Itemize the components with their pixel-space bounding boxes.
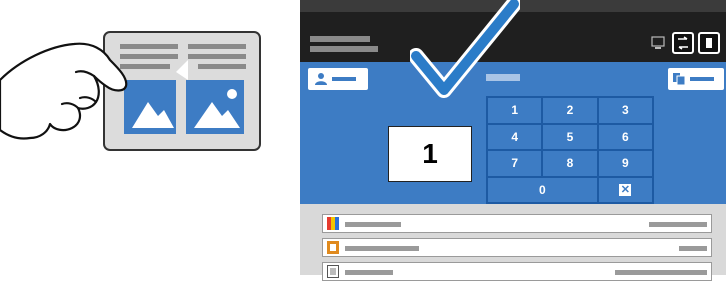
key-8[interactable]: 8 (542, 150, 598, 177)
list-item-label (345, 246, 419, 251)
power-icon[interactable] (698, 32, 720, 54)
key-2[interactable]: 2 (542, 97, 598, 124)
list-item-label (345, 222, 401, 227)
subtitle-text (310, 46, 378, 52)
key-7[interactable]: 7 (487, 150, 543, 177)
user-icon (315, 73, 327, 85)
key-3[interactable]: 3 (597, 97, 653, 124)
user-label (332, 77, 356, 81)
hand-document-illustration (0, 31, 261, 151)
key-1[interactable]: 1 (487, 97, 543, 124)
sides-icon (327, 265, 339, 278)
device-status-icon[interactable] (651, 36, 665, 50)
list-item-label (345, 270, 393, 275)
key-6[interactable]: 6 (597, 123, 653, 150)
list-item-paper[interactable] (322, 238, 712, 257)
key-9[interactable]: 9 (597, 150, 653, 177)
document-icon (103, 31, 261, 151)
layout-label (690, 77, 714, 81)
numeric-keypad: 1 2 3 4 5 6 7 8 9 0 ✕ (486, 96, 654, 204)
user-button[interactable] (308, 68, 368, 90)
app-switch-icon[interactable] (672, 32, 694, 54)
pages-icon (673, 73, 686, 86)
clear-button[interactable]: ✕ (597, 176, 653, 203)
list-item-sides[interactable] (322, 262, 712, 281)
key-4[interactable]: 4 (487, 123, 543, 150)
list-item-color[interactable] (322, 214, 712, 233)
quantity-field[interactable]: 1 (388, 126, 472, 182)
checkmark-icon (410, 0, 520, 98)
key-5[interactable]: 5 (542, 123, 598, 150)
list-item-value (679, 246, 707, 251)
list-item-value (649, 222, 707, 227)
clear-icon: ✕ (619, 183, 632, 197)
list-item-value (615, 270, 707, 275)
title-text (310, 36, 370, 42)
color-icon (327, 217, 339, 230)
paper-tray-icon (327, 241, 339, 254)
layout-button[interactable] (668, 68, 724, 90)
key-0[interactable]: 0 (487, 176, 598, 203)
